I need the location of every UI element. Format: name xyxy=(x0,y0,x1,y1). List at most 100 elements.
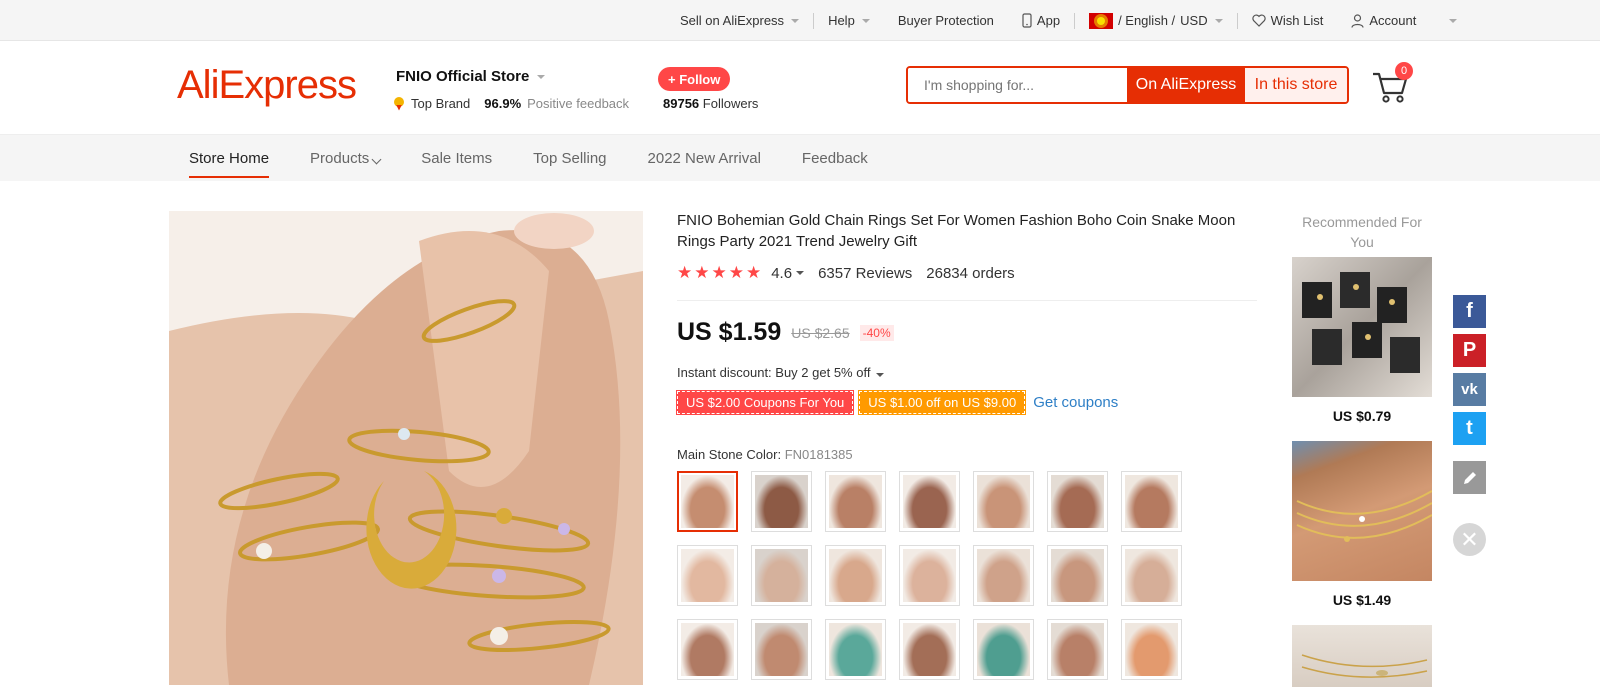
tab-top-selling[interactable]: Top Selling xyxy=(533,135,606,182)
rating-stars: ★★★★★ xyxy=(677,263,764,282)
color-swatch[interactable] xyxy=(899,545,960,606)
language-label: / English / xyxy=(1118,13,1176,28)
help-label: Help xyxy=(828,13,855,28)
swatch-thumbnail xyxy=(1051,549,1104,602)
color-swatch[interactable] xyxy=(973,545,1034,606)
bracelet-image xyxy=(1296,490,1433,542)
color-swatch[interactable] xyxy=(1047,619,1108,680)
app-link[interactable]: App xyxy=(1008,13,1074,29)
recommended-price: US $0.79 xyxy=(1332,408,1392,424)
color-swatch[interactable] xyxy=(751,471,812,532)
top-utility-bar: Sell on AliExpress Help Buyer Protection… xyxy=(0,0,1600,41)
color-swatches xyxy=(677,471,1197,680)
color-label-row: Main Stone Color: FN0181385 xyxy=(677,447,853,462)
followers-label: Followers xyxy=(702,96,759,111)
pinterest-share-button[interactable]: P xyxy=(1453,334,1486,367)
swatch-thumbnail xyxy=(755,475,808,528)
user-icon xyxy=(1351,13,1364,28)
store-coupon[interactable]: US $2.00 Coupons For You xyxy=(675,390,855,415)
discount-badge: -40% xyxy=(859,324,894,341)
search-input[interactable] xyxy=(908,68,1127,102)
chevron-down-icon xyxy=(796,271,805,275)
swatch-thumbnail xyxy=(681,549,734,602)
swatch-thumbnail xyxy=(977,549,1030,602)
chevron-down-icon xyxy=(537,74,546,79)
wish-list-link[interactable]: Wish List xyxy=(1236,12,1338,29)
color-swatch[interactable] xyxy=(751,545,812,606)
price-row: US $1.59 US $2.65 -40% xyxy=(677,318,894,347)
tab-products[interactable]: Products xyxy=(310,135,382,182)
facebook-icon: f xyxy=(1466,300,1473,322)
recommended-item[interactable] xyxy=(1292,625,1432,687)
swatch-thumbnail xyxy=(977,623,1030,676)
color-swatch[interactable] xyxy=(1121,471,1182,532)
current-price: US $1.59 xyxy=(677,318,782,346)
color-swatch[interactable] xyxy=(973,619,1034,680)
instant-discount[interactable]: Instant discount: Buy 2 get 5% off xyxy=(677,365,885,380)
earring-set-image xyxy=(1302,272,1420,373)
color-value: FN0181385 xyxy=(784,447,853,462)
follow-button[interactable]: + Follow xyxy=(658,67,731,91)
store-name[interactable]: FNIO Official Store xyxy=(396,68,546,85)
color-swatch[interactable] xyxy=(899,471,960,532)
color-swatch[interactable] xyxy=(751,619,812,680)
buyer-protection-link[interactable]: Buyer Protection xyxy=(884,13,1008,29)
search-on-aliexpress-button[interactable]: On AliExpress xyxy=(1127,68,1245,102)
feedback-percent: 96.9% xyxy=(484,96,522,111)
discount-coupon[interactable]: US $1.00 off on US $9.00 xyxy=(858,390,1027,415)
tab-sale-items[interactable]: Sale Items xyxy=(421,135,492,182)
pencil-icon xyxy=(1463,471,1476,484)
reviews-count[interactable]: 6357 Reviews xyxy=(818,265,912,282)
color-swatch[interactable] xyxy=(825,471,886,532)
color-swatch[interactable] xyxy=(825,545,886,606)
get-coupons-link[interactable]: Get coupons xyxy=(1033,394,1118,411)
store-meta: Top Brand 96.9% Positive feedback xyxy=(393,96,629,111)
anklet-image xyxy=(1301,654,1428,678)
color-swatch[interactable] xyxy=(1121,545,1182,606)
app-label: App xyxy=(1036,13,1061,28)
recommended-item[interactable]: US $1.49 xyxy=(1292,441,1433,608)
top-brand-label: Top Brand xyxy=(411,96,471,111)
tab-new-arrival[interactable]: 2022 New Arrival xyxy=(648,135,761,182)
twitter-share-button[interactable]: t xyxy=(1453,412,1486,445)
edit-share-button[interactable] xyxy=(1453,461,1486,494)
color-swatch[interactable] xyxy=(899,619,960,680)
color-swatch[interactable] xyxy=(1047,471,1108,532)
help-link[interactable]: Help xyxy=(813,12,884,29)
vk-share-button[interactable]: vk xyxy=(1453,373,1486,406)
store-header: AliExpress FNIO Official Store Top Brand… xyxy=(0,41,1600,134)
store-name-label: FNIO Official Store xyxy=(396,68,530,85)
color-swatch[interactable] xyxy=(825,619,886,680)
tab-store-home[interactable]: Store Home xyxy=(189,135,270,182)
swatch-thumbnail xyxy=(755,549,808,602)
account-link[interactable]: Account xyxy=(1337,13,1471,29)
aliexpress-logo[interactable]: AliExpress xyxy=(177,63,357,108)
orders-count: 26834 orders xyxy=(926,264,1015,282)
language-currency-selector[interactable]: / English / USD xyxy=(1074,12,1237,29)
chevron-down-icon xyxy=(371,154,382,165)
color-swatch[interactable] xyxy=(677,619,738,680)
chevron-down-icon xyxy=(1214,18,1223,23)
product-main-image[interactable] xyxy=(169,211,643,685)
swatch-thumbnail xyxy=(681,623,734,676)
recommended-image xyxy=(1292,257,1432,397)
sell-on-aliexpress-link[interactable]: Sell on AliExpress xyxy=(666,13,813,29)
chevron-down-icon xyxy=(861,18,870,23)
close-share-button[interactable]: ✕ xyxy=(1453,523,1486,556)
flag-icon xyxy=(1089,12,1114,29)
color-swatch[interactable] xyxy=(677,545,738,606)
product-title: FNIO Bohemian Gold Chain Rings Set For W… xyxy=(677,212,1236,250)
vk-icon: vk xyxy=(1461,381,1478,398)
store-tabs: Store Home Products Sale Items Top Selli… xyxy=(189,135,909,182)
color-swatch[interactable] xyxy=(677,471,738,532)
rating-value[interactable]: 4.6 xyxy=(771,265,792,282)
search-in-store-button[interactable]: In this store xyxy=(1245,68,1347,102)
pinterest-icon: P xyxy=(1462,339,1477,361)
color-swatch[interactable] xyxy=(1121,619,1182,680)
recommended-item[interactable]: US $0.79 xyxy=(1292,257,1432,424)
facebook-share-button[interactable]: f xyxy=(1453,295,1486,328)
tab-feedback[interactable]: Feedback xyxy=(802,135,868,182)
color-swatch[interactable] xyxy=(1047,545,1108,606)
color-swatch[interactable] xyxy=(973,471,1034,532)
chevron-down-icon xyxy=(1449,18,1458,23)
